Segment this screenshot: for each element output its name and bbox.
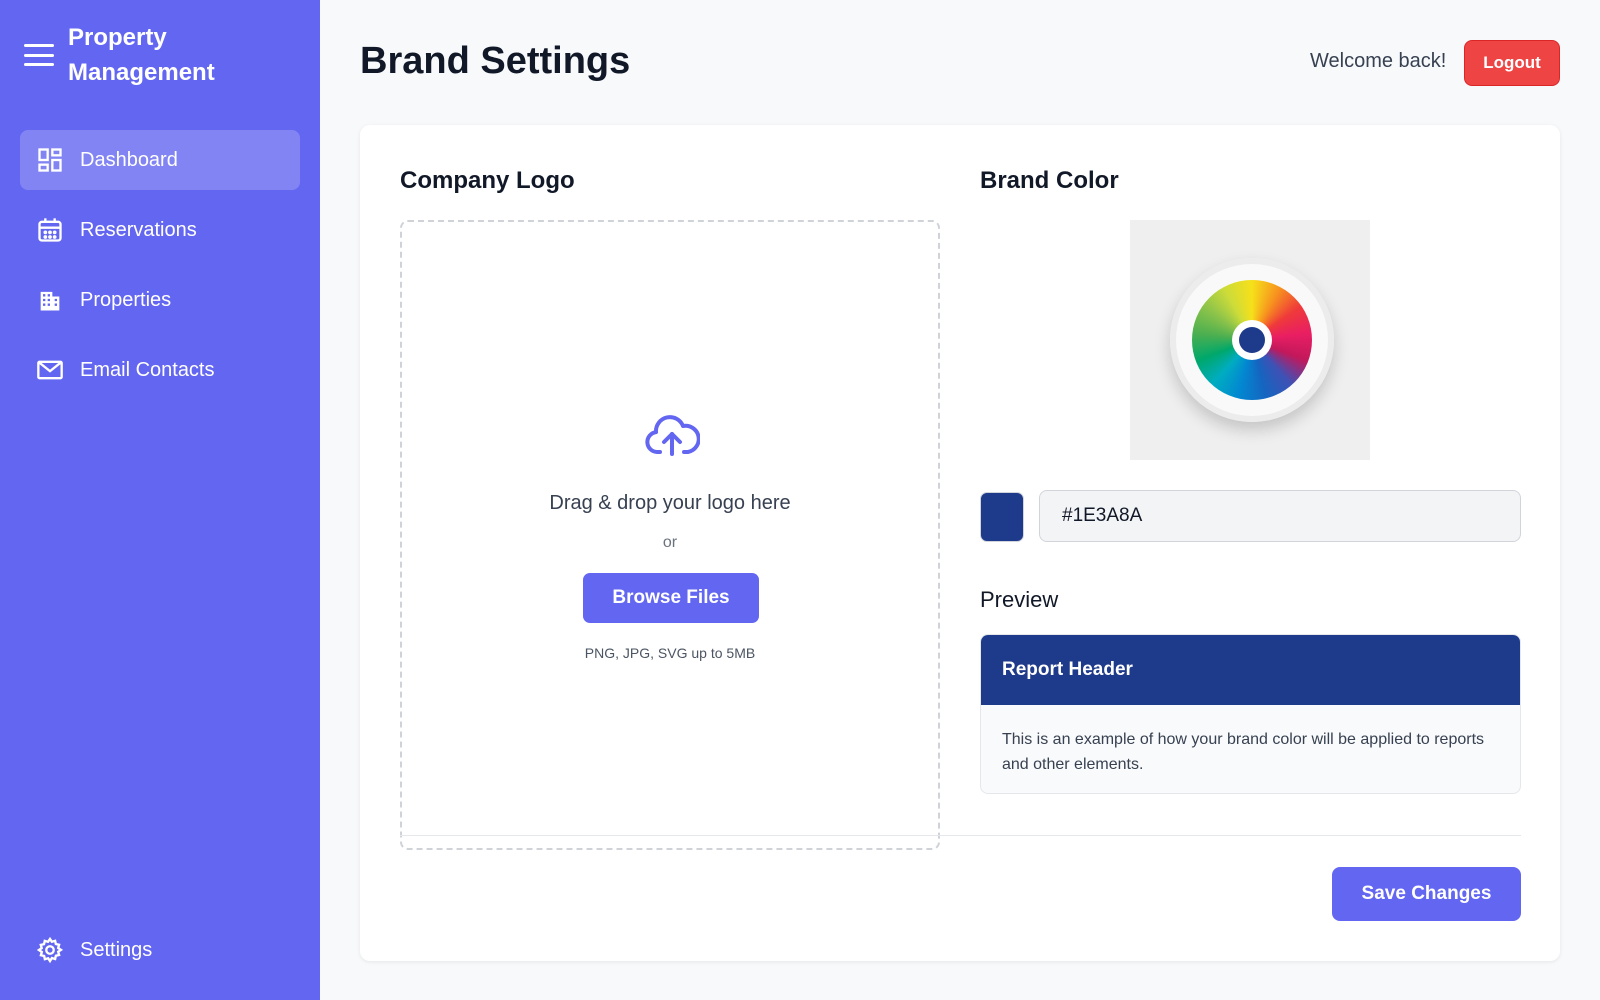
file-hint: PNG, JPG, SVG up to 5MB (584, 645, 756, 661)
brand-color-title: Brand Color (980, 167, 1119, 194)
drag-drop-text: Drag & drop your logo here (549, 492, 791, 514)
sidebar-nav: Dashboard Reservations Properties Email … (20, 130, 300, 410)
cloud-upload-icon (645, 415, 700, 456)
divider (400, 835, 1521, 836)
sidebar-item-label: Email Contacts (80, 358, 215, 381)
color-swatch[interactable] (980, 492, 1024, 542)
sidebar-item-properties[interactable]: Properties (20, 270, 300, 330)
color-wheel-dot (1239, 327, 1265, 353)
page-title: Brand Settings (360, 40, 631, 82)
sidebar-item-label: Reservations (80, 218, 197, 241)
gear-icon (36, 936, 64, 964)
sidebar-item-settings[interactable]: Settings (20, 920, 300, 980)
or-text: or (662, 534, 678, 551)
sidebar-item-label: Dashboard (80, 148, 178, 171)
preview-label: Preview (980, 587, 1059, 612)
sidebar-item-reservations[interactable]: Reservations (20, 200, 300, 260)
logout-button[interactable]: Logout (1464, 40, 1560, 86)
sidebar-footer: Settings (20, 920, 300, 990)
sidebar-item-label: Settings (80, 938, 153, 961)
browse-files-button[interactable]: Browse Files (583, 573, 759, 623)
logo-dropzone[interactable]: Drag & drop your logo here or Browse Fil… (400, 220, 940, 850)
brand-preview: Report Header This is an example of how … (980, 634, 1521, 794)
preview-text: This is an example of how your brand col… (1002, 731, 1485, 773)
mail-icon (37, 360, 63, 380)
building-icon (40, 291, 60, 311)
welcome-text: Welcome back! (1310, 50, 1447, 72)
color-wheel (1192, 280, 1312, 400)
save-changes-button[interactable]: Save Changes (1332, 867, 1521, 921)
color-wheel-image (1130, 220, 1370, 460)
company-logo-title: Company Logo (400, 167, 575, 194)
sidebar: Property Management Dashboard Reservatio… (0, 0, 320, 1000)
sidebar-brand: Property Management (24, 20, 248, 90)
sidebar-item-label: Properties (80, 288, 172, 311)
hex-color-input[interactable] (1039, 490, 1521, 542)
color-wheel-center (1232, 320, 1272, 360)
color-wheel-plate (1170, 258, 1334, 422)
preview-header: Report Header (981, 635, 1520, 705)
calendar-icon (38, 218, 62, 242)
sidebar-item-email-contacts[interactable]: Email Contacts (20, 340, 300, 400)
sidebar-item-dashboard[interactable]: Dashboard (20, 130, 300, 190)
menu-icon[interactable] (24, 44, 54, 66)
brand-settings-card: Company Logo Drag & drop your logo here … (360, 125, 1560, 961)
dashboard-icon (38, 148, 62, 172)
app-title: Property Management (68, 24, 215, 86)
